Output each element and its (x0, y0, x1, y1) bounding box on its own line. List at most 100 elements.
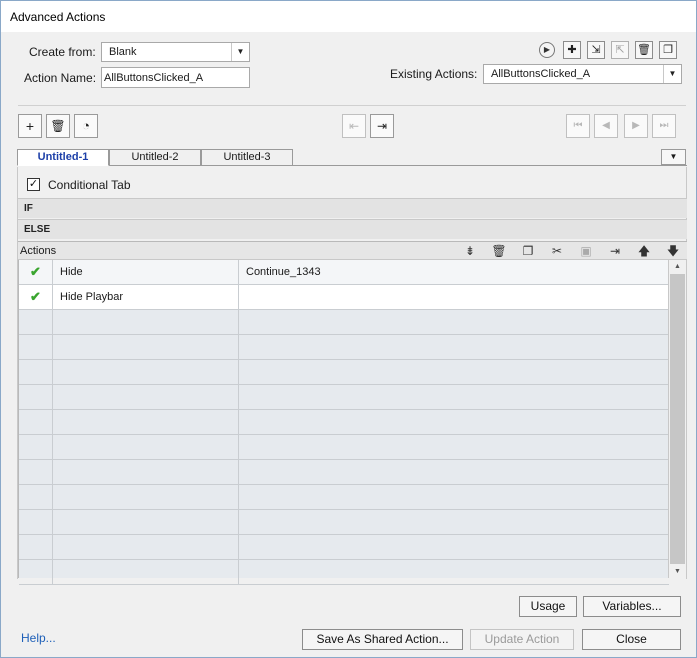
table-row[interactable] (19, 335, 669, 360)
action-cell[interactable]: Hide Playbar (53, 285, 239, 310)
empty-cell[interactable] (19, 485, 53, 510)
table-row[interactable] (19, 310, 669, 335)
tab-untitled-1[interactable]: Untitled-1 (17, 149, 109, 166)
empty-cell[interactable] (19, 560, 53, 585)
table-row[interactable] (19, 535, 669, 560)
table-row[interactable] (19, 435, 669, 460)
empty-cell[interactable] (239, 560, 669, 585)
close-button[interactable]: Close (582, 629, 681, 650)
move-down-icon[interactable]: 🡇 (663, 242, 683, 260)
trash-icon[interactable]: 🗑 (489, 242, 509, 260)
variables-button[interactable]: Variables... (583, 596, 681, 617)
copy-icon[interactable]: ❐ (518, 242, 538, 260)
empty-cell[interactable] (239, 460, 669, 485)
empty-cell[interactable] (239, 360, 669, 385)
chevron-down-icon: ▼ (231, 43, 249, 61)
title-bar: Advanced Actions (1, 1, 696, 32)
empty-cell[interactable] (53, 560, 239, 585)
scroll-thumb[interactable] (670, 274, 685, 564)
empty-cell[interactable] (239, 310, 669, 335)
export-icon[interactable]: ⇱ (611, 41, 629, 59)
create-from-select[interactable]: Blank ▼ (101, 42, 250, 62)
action-name-input[interactable]: AllButtonsClicked_A (101, 67, 250, 88)
empty-cell[interactable] (53, 460, 239, 485)
empty-cell[interactable] (53, 335, 239, 360)
empty-cell[interactable] (53, 310, 239, 335)
scroll-up-icon[interactable]: ▲ (669, 260, 686, 273)
move-right-button[interactable]: ⇥ (370, 114, 394, 138)
empty-cell[interactable] (239, 535, 669, 560)
table-row[interactable]: ✔ Hide Continue_1343 (19, 260, 669, 285)
plus-icon[interactable]: ✚ (563, 41, 581, 59)
empty-cell[interactable] (19, 435, 53, 460)
import-icon[interactable]: ⇲ (587, 41, 605, 59)
delete-decision-button[interactable]: 🗑 (46, 114, 70, 138)
empty-cell[interactable] (53, 360, 239, 385)
next-decision-icon[interactable]: ▶ (624, 114, 648, 138)
window-title: Advanced Actions (10, 10, 106, 24)
cut-icon[interactable]: ✂ (547, 242, 567, 260)
empty-cell[interactable] (19, 335, 53, 360)
table-row[interactable] (19, 510, 669, 535)
action-name-label: Action Name: (24, 71, 97, 85)
empty-cell[interactable] (239, 385, 669, 410)
usage-button[interactable]: Usage (519, 596, 577, 617)
empty-cell[interactable] (239, 485, 669, 510)
move-up-icon[interactable]: 🡅 (634, 242, 654, 260)
empty-cell[interactable] (53, 410, 239, 435)
play-circle-icon[interactable]: ▶ (539, 42, 555, 58)
empty-cell[interactable] (53, 510, 239, 535)
previous-decision-icon[interactable]: ◀ (594, 114, 618, 138)
empty-cell[interactable] (19, 385, 53, 410)
paste-icon[interactable]: ▣ (576, 242, 596, 260)
empty-cell[interactable] (19, 460, 53, 485)
empty-cell[interactable] (53, 435, 239, 460)
conditional-tab-checkbox[interactable]: ✓ (27, 178, 40, 191)
tab-strip-line (293, 165, 687, 166)
duplicate-icon[interactable]: ❐ (659, 41, 677, 59)
create-from-label: Create from: (29, 45, 96, 59)
empty-cell[interactable] (239, 335, 669, 360)
table-row[interactable] (19, 410, 669, 435)
update-action-button[interactable]: Update Action (470, 629, 574, 650)
empty-cell[interactable] (239, 510, 669, 535)
insert-below-icon[interactable]: ⇥ (605, 242, 625, 260)
actions-scrollbar[interactable]: ▲ ▼ (668, 260, 686, 578)
table-row[interactable] (19, 385, 669, 410)
last-decision-icon[interactable]: ⏭ (652, 114, 676, 138)
if-section[interactable]: IF (18, 198, 687, 218)
empty-cell[interactable] (19, 510, 53, 535)
scroll-down-icon[interactable]: ▼ (669, 565, 686, 578)
action-cell[interactable]: Hide (53, 260, 239, 285)
empty-cell[interactable] (19, 360, 53, 385)
first-decision-icon[interactable]: ⏮ (566, 114, 590, 138)
table-row[interactable] (19, 485, 669, 510)
actions-grid: ✔ Hide Continue_1343 ✔ Hide Playbar (18, 260, 669, 585)
target-cell[interactable] (239, 285, 669, 310)
insert-action-icon[interactable]: ⇟ (460, 242, 480, 260)
tab-untitled-3[interactable]: Untitled-3 (201, 149, 293, 166)
existing-actions-select[interactable]: AllButtonsClicked_A ▼ (483, 64, 682, 84)
move-left-button[interactable]: ⇤ (342, 114, 366, 138)
tab-list-dropdown[interactable]: ▼ (661, 149, 686, 165)
duplicate-decision-button[interactable]: ◔ (74, 114, 98, 138)
tab-untitled-2[interactable]: Untitled-2 (109, 149, 201, 166)
empty-cell[interactable] (19, 310, 53, 335)
empty-cell[interactable] (53, 535, 239, 560)
empty-cell[interactable] (19, 410, 53, 435)
help-link[interactable]: Help... (21, 631, 56, 645)
empty-cell[interactable] (239, 410, 669, 435)
table-row[interactable]: ✔ Hide Playbar (19, 285, 669, 310)
else-section[interactable]: ELSE (18, 219, 687, 239)
empty-cell[interactable] (53, 485, 239, 510)
table-row[interactable] (19, 360, 669, 385)
empty-cell[interactable] (239, 435, 669, 460)
add-decision-button[interactable]: + (18, 114, 42, 138)
empty-cell[interactable] (19, 535, 53, 560)
table-row[interactable] (19, 560, 669, 585)
trash-icon[interactable]: 🗑 (635, 41, 653, 59)
table-row[interactable] (19, 460, 669, 485)
save-as-shared-action-button[interactable]: Save As Shared Action... (302, 629, 463, 650)
empty-cell[interactable] (53, 385, 239, 410)
target-cell[interactable]: Continue_1343 (239, 260, 669, 285)
